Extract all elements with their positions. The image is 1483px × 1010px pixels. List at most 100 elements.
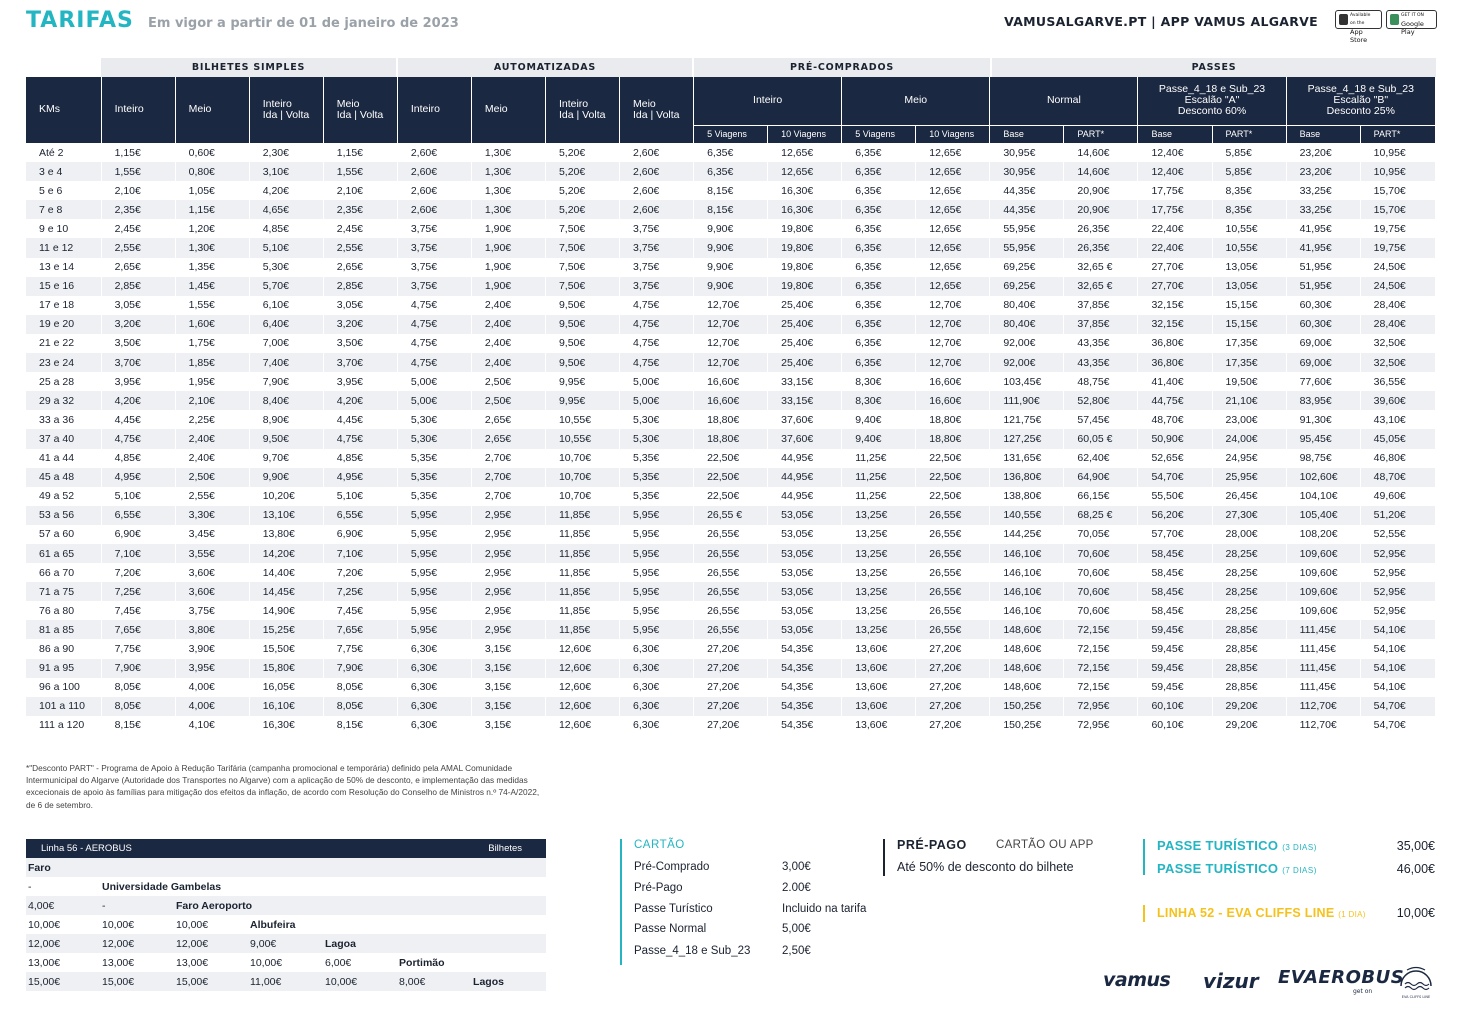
km-range-cell: 7 e 8 xyxy=(26,200,102,220)
fare-cell: 2,25€ xyxy=(175,410,250,430)
fare-cell: 23,20€ xyxy=(1286,162,1361,182)
fare-cell: 5,95€ xyxy=(619,582,695,602)
col-part: PART* xyxy=(1212,125,1287,144)
fare-cell: 2,45€ xyxy=(323,219,398,239)
fare-cell: 26,55€ xyxy=(915,524,991,544)
fare-cell: 3,60€ xyxy=(175,563,250,583)
fare-cell: 92,00€ xyxy=(989,333,1065,354)
fare-cell: 12,70€ xyxy=(693,295,769,315)
fare-cell: 2,95€ xyxy=(471,620,546,640)
fare-cell: 1,85€ xyxy=(175,353,250,373)
fare-cell: 2,55€ xyxy=(101,238,176,258)
fare-cell: 8,05€ xyxy=(323,677,398,697)
aerobus-fare-cell: 8,00€ xyxy=(397,972,472,991)
fare-cell: 11,85€ xyxy=(545,505,621,525)
fare-cell: 52,55€ xyxy=(1360,524,1437,544)
fare-cell: 12,70€ xyxy=(693,353,769,373)
fare-cell: 5,35€ xyxy=(619,448,695,468)
fare-cell: 32,50€ xyxy=(1360,353,1437,373)
fare-cell: 121,75€ xyxy=(989,410,1065,430)
aerobus-row: - Universidade Gambelas xyxy=(26,877,546,896)
cartao-item-value: 3,00€ xyxy=(782,861,811,873)
fare-cell: 3,15€ xyxy=(471,677,546,697)
aerobus-fare-cell: 15,00€ xyxy=(26,972,100,991)
col-meio: Meio xyxy=(175,77,250,144)
fare-cell: 7,45€ xyxy=(323,601,398,621)
aerobus-fare-cell: 10,00€ xyxy=(323,972,398,991)
fare-cell: 43,10€ xyxy=(1360,410,1437,430)
fare-cell: 54,70€ xyxy=(1360,715,1437,735)
fare-cell: 2,95€ xyxy=(471,524,546,544)
fare-cell: 70,60€ xyxy=(1063,563,1139,583)
fare-cell: 5,20€ xyxy=(545,200,621,220)
fare-cell: 13,25€ xyxy=(841,543,917,564)
fare-cell: 4,85€ xyxy=(323,448,398,468)
app-store-badge[interactable]: Available on the App Store xyxy=(1335,10,1382,44)
fare-cell: 0,80€ xyxy=(175,162,250,182)
fare-cell: 6,35€ xyxy=(841,353,917,373)
fare-cell: 18,80€ xyxy=(915,429,991,449)
fare-cell: 9,40€ xyxy=(841,410,917,430)
fare-cell: 19,75€ xyxy=(1360,238,1437,258)
fare-cell: 52,95€ xyxy=(1360,563,1437,583)
table-row: 9 e 10 2,45€ 1,20€ 4,85€ 2,45€ 3,75€ 1,90€ 7,50… xyxy=(26,219,1437,239)
fare-cell: 7,50€ xyxy=(545,238,621,258)
stop-name: Faro Aeroporto xyxy=(174,896,547,915)
fare-cell: 12,70€ xyxy=(915,295,991,315)
fare-cell: 2,30€ xyxy=(249,143,324,163)
fare-cell: 6,55€ xyxy=(323,505,398,525)
passe-turistico-7-dias: PASSE TURÍSTICO (7 DIAS) xyxy=(1157,861,1317,876)
google-play-badge[interactable]: GET IT ON Google Play xyxy=(1386,10,1437,36)
fare-cell: 10,55€ xyxy=(1212,219,1287,239)
fare-cell: 32,15€ xyxy=(1137,314,1213,334)
km-range-cell: 96 a 100 xyxy=(26,677,102,697)
fare-cell: 5,95€ xyxy=(619,505,695,525)
fare-cell: 105,40€ xyxy=(1286,505,1361,525)
fare-cell: 4,20€ xyxy=(101,391,176,411)
header-links[interactable]: VAMUSALGARVE.PT | APP VAMUS ALGARVE xyxy=(1004,14,1318,29)
fare-cell: 3,30€ xyxy=(175,505,250,525)
fare-cell: 6,30€ xyxy=(619,696,695,716)
cartao-item-label: Pré-Pago xyxy=(634,882,683,894)
fare-cell: 2,60€ xyxy=(397,143,472,163)
fare-cell: 2,65€ xyxy=(323,257,398,277)
passe-turistico-3-dias-price: 35,00€ xyxy=(1396,839,1435,853)
fare-cell: 55,95€ xyxy=(989,238,1065,258)
fare-cell: 5,20€ xyxy=(545,143,621,163)
fare-cell: 26,55€ xyxy=(693,543,769,564)
fare-cell: 2,55€ xyxy=(323,238,398,258)
fare-cell: 5,10€ xyxy=(101,486,176,506)
fare-cell: 15,50€ xyxy=(249,639,324,659)
fare-cell: 148,60€ xyxy=(989,677,1065,697)
cartao-item-label: Pré-Comprado xyxy=(634,861,710,873)
fare-cell: 8,15€ xyxy=(693,181,769,201)
fare-cell: 53,05€ xyxy=(767,505,843,525)
fare-cell: 5,95€ xyxy=(397,563,472,583)
fare-cell: 7,50€ xyxy=(545,276,621,296)
fare-cell: 7,65€ xyxy=(101,620,176,640)
fare-cell: 8,90€ xyxy=(249,410,324,430)
fare-cell: 111,90€ xyxy=(989,391,1065,411)
aerobus-fare-cell: 10,00€ xyxy=(102,918,135,931)
fare-cell: 4,75€ xyxy=(619,353,695,373)
fare-cell: 3,60€ xyxy=(175,582,250,602)
fare-cell: 26,55 € xyxy=(693,505,769,525)
fare-cell: 70,60€ xyxy=(1063,543,1139,564)
table-row: 91 a 95 7,90€ 3,95€ 15,80€ 7,90€ 6,30€ 3,15€ 12… xyxy=(26,658,1437,678)
fare-cell: 26,55€ xyxy=(693,582,769,602)
fare-cell: 33,25€ xyxy=(1286,181,1361,201)
fare-cell: 1,05€ xyxy=(175,181,250,201)
fare-cell: 5,95€ xyxy=(397,582,472,602)
fare-cell: 4,75€ xyxy=(619,295,695,315)
fare-cell: 140,55€ xyxy=(989,505,1065,525)
fare-cell: 53,05€ xyxy=(767,601,843,621)
fare-cell: 20,90€ xyxy=(1063,181,1139,201)
km-range-cell: 3 e 4 xyxy=(26,162,102,182)
fare-cell: 8,15€ xyxy=(693,200,769,220)
fare-cell: 30,95€ xyxy=(989,143,1065,163)
aerobus-fare-cell: 15,00€ xyxy=(174,972,248,991)
col-label: Ida | Volta xyxy=(336,108,384,121)
fare-cell: 8,35€ xyxy=(1212,200,1287,220)
aerobus-row: 12,00€ 12,00€ 12,00€ 9,00€ Lagoa xyxy=(26,934,547,953)
fare-cell: 16,30€ xyxy=(249,715,324,735)
